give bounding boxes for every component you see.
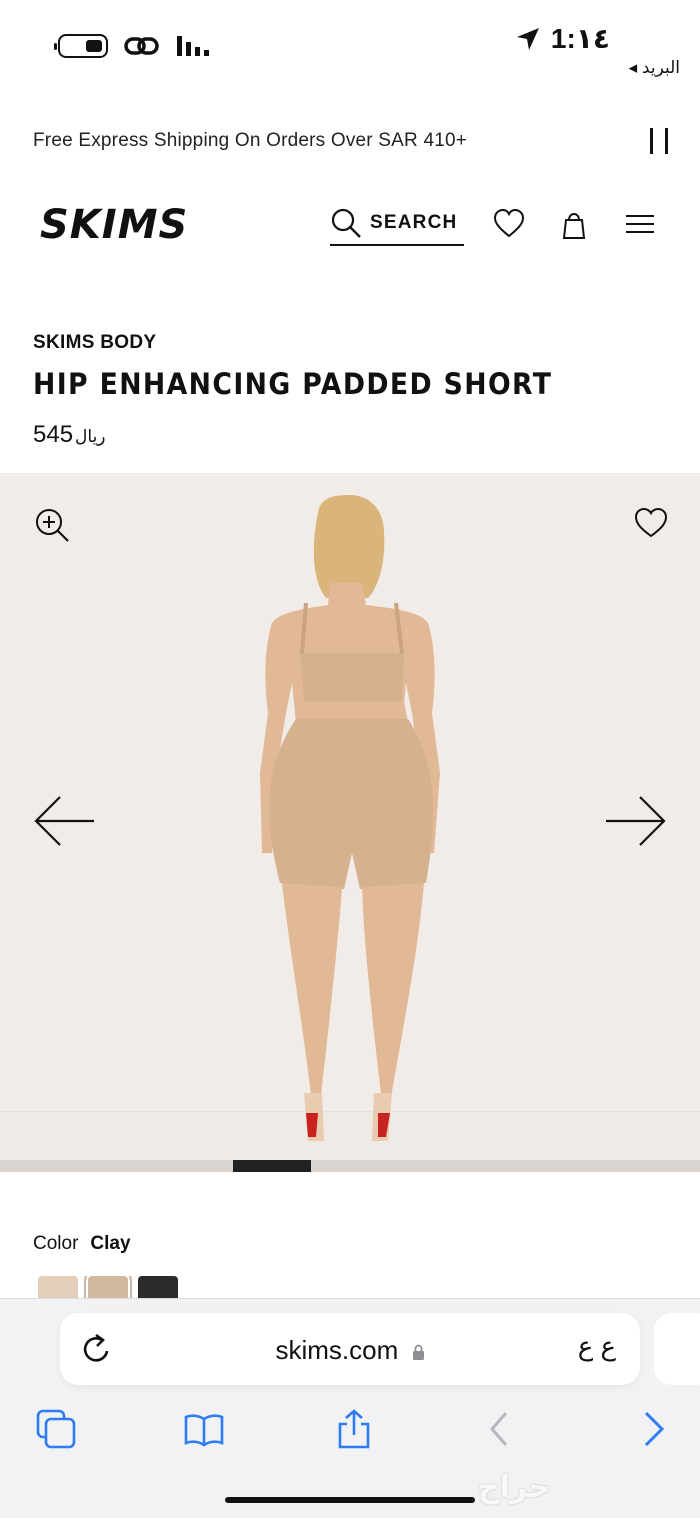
url-text: skims.com: [275, 1335, 399, 1365]
signal-icon: [177, 36, 209, 56]
promo-banner: Free Express Shipping On Orders Over SAR…: [0, 112, 700, 172]
heart-icon[interactable]: [634, 507, 668, 539]
lock-icon: [412, 1344, 424, 1360]
zoom-in-icon[interactable]: [34, 507, 70, 543]
color-swatch[interactable]: [38, 1276, 78, 1300]
arrow-right-icon[interactable]: [604, 793, 668, 849]
color-label: Color: [33, 1233, 79, 1254]
gallery-progress-indicator: [233, 1160, 311, 1172]
back-icon[interactable]: [480, 1409, 520, 1449]
tabs-icon[interactable]: [36, 1409, 76, 1449]
home-indicator: [225, 1497, 475, 1503]
heart-icon[interactable]: [493, 208, 525, 240]
search-icon: [331, 208, 361, 238]
bag-icon[interactable]: [558, 208, 590, 240]
location-arrow-icon: [516, 27, 539, 50]
site-header: SKIMS SEARCH: [0, 180, 700, 270]
menu-icon[interactable]: [624, 208, 656, 240]
price-value: 545: [33, 421, 74, 448]
product-brand[interactable]: SKIMS BODY: [33, 332, 156, 354]
gallery-progress-bar: [0, 1160, 700, 1172]
search-label: SEARCH: [370, 212, 458, 233]
svg-text:SKIMS: SKIMS: [40, 202, 188, 246]
bookmarks-icon[interactable]: [184, 1409, 224, 1449]
share-icon[interactable]: [334, 1409, 374, 1449]
address-bar[interactable]: skims.com ع ع: [60, 1313, 640, 1385]
next-tab-peek[interactable]: [654, 1313, 700, 1385]
status-bar: 1:١٤ ◂ البريد: [0, 0, 700, 95]
skims-logo[interactable]: SKIMS: [40, 198, 200, 246]
color-swatches: [38, 1276, 178, 1300]
color-selector-label: Color Clay: [33, 1233, 131, 1255]
arrow-left-icon[interactable]: [32, 793, 96, 849]
product-photo-model: [260, 495, 440, 1141]
forward-icon[interactable]: [634, 1409, 674, 1449]
back-to-app-link[interactable]: ◂ البريد: [629, 58, 680, 78]
reader-options-button[interactable]: ع ع: [578, 1331, 616, 1362]
url-display: skims.com: [60, 1335, 640, 1366]
status-time-group: 1:١٤: [515, 22, 610, 55]
link-icon: [124, 37, 159, 55]
watermark-logo: حراج: [478, 1471, 551, 1504]
color-value: Clay: [90, 1233, 131, 1254]
product-image-gallery[interactable]: [0, 473, 700, 1163]
product-title: HIP ENHANCING PADDED SHORT: [33, 367, 553, 401]
color-swatch[interactable]: [138, 1276, 178, 1300]
browser-toolbar: skims.com ع ع: [0, 1298, 700, 1518]
status-icons-left: [54, 34, 214, 58]
promo-text: Free Express Shipping On Orders Over SAR…: [33, 130, 468, 151]
product-price: 545 ريال: [33, 421, 106, 449]
battery-icon: [54, 34, 108, 58]
search-button[interactable]: SEARCH: [330, 202, 464, 246]
color-swatch[interactable]: [84, 1276, 132, 1300]
status-time: 1:١٤: [550, 23, 610, 54]
pause-icon[interactable]: [650, 128, 668, 154]
price-currency: ريال: [75, 427, 106, 446]
